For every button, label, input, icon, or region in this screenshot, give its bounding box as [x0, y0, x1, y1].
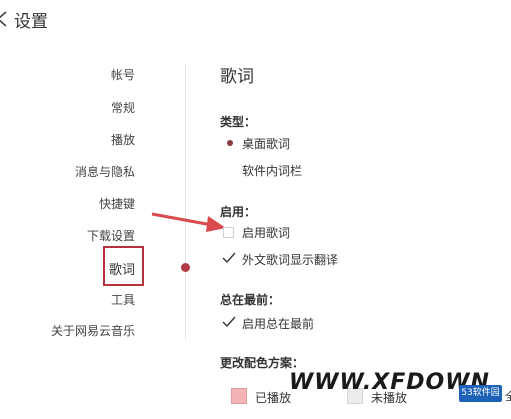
section-title: 歌词 [220, 67, 254, 87]
sidebar-track [185, 64, 186, 340]
type-label: 类型： [220, 115, 257, 129]
sidebar-item-download-settings[interactable]: 下载设置 [87, 227, 135, 244]
annotation-arrow-icon [151, 212, 226, 232]
sidebar-item-account[interactable]: 帐号 [111, 66, 135, 83]
enable-label: 启用： [220, 205, 257, 219]
sidebar-item-shortcuts[interactable]: 快捷键 [99, 195, 135, 212]
color-scheme-label: 更改配色方案： [220, 356, 305, 370]
played-color-label[interactable]: 已播放 [255, 389, 291, 406]
radio-in-app-lyrics-bar[interactable]: 软件内词栏 [242, 162, 302, 179]
check-icon[interactable] [222, 316, 236, 328]
enable-lyrics-checkbox[interactable] [223, 227, 234, 238]
active-indicator-dot [181, 263, 190, 272]
sidebar-item-messages-privacy[interactable]: 消息与隐私 [75, 163, 135, 180]
check-icon[interactable] [222, 252, 236, 264]
page-title: 设置 [14, 12, 48, 32]
radio-selected-dot[interactable] [227, 140, 233, 146]
settings-header: 设置 [0, 0, 511, 38]
chevron-left-icon[interactable] [0, 11, 8, 27]
watermark-tail: 全 [505, 390, 511, 403]
sidebar-item-tools[interactable]: 工具 [111, 291, 135, 308]
played-color-swatch[interactable] [231, 388, 247, 404]
sidebar-item-playback[interactable]: 播放 [111, 131, 135, 148]
radio-desktop-lyrics[interactable]: 桌面歌词 [242, 135, 290, 152]
enable-lyrics-option[interactable]: 启用歌词 [242, 224, 290, 241]
always-on-top-option[interactable]: 启用总在最前 [242, 315, 314, 332]
sidebar-item-general[interactable]: 常规 [111, 99, 135, 116]
watermark-logo: 53软件园 [459, 385, 502, 402]
sidebar-item-about[interactable]: 关于网易云音乐 [51, 322, 135, 339]
active-item-highlight [103, 246, 144, 286]
translate-lyrics-option[interactable]: 外文歌词显示翻译 [242, 251, 338, 268]
always-on-top-label: 总在最前： [220, 293, 281, 307]
